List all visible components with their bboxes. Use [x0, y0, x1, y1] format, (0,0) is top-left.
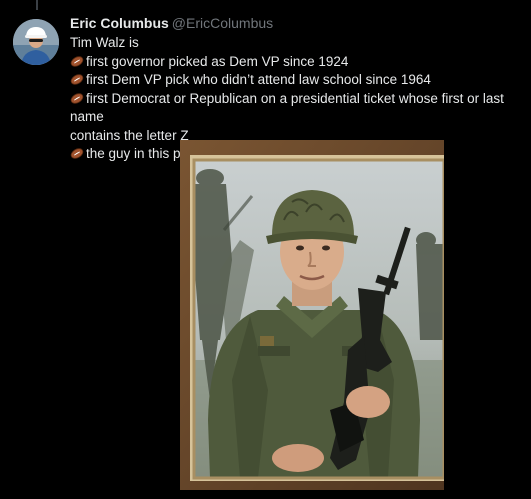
american-football-icon	[70, 55, 84, 67]
thread-connector-line	[36, 0, 38, 10]
tweet-photo[interactable]	[180, 140, 444, 490]
tweet: Eric Columbus @EricColumbus Tim Walz is f…	[0, 0, 531, 499]
tweet-line-2: first Dem VP pick who didn’t attend law …	[70, 71, 525, 90]
tweet-line-3: first Democrat or Republican on a presid…	[70, 90, 525, 127]
tweet-header: Eric Columbus @EricColumbus	[70, 14, 273, 32]
author-display-name[interactable]: Eric Columbus	[70, 15, 169, 31]
tweet-line-intro: Tim Walz is	[70, 35, 139, 50]
american-football-icon	[70, 148, 84, 159]
tweet-line-2-text: first Dem VP pick who didn’t attend law …	[86, 72, 431, 87]
avatar[interactable]	[13, 19, 59, 65]
tweet-line-1-text: first governor picked as Dem VP since 19…	[86, 53, 349, 69]
tweet-line-3-text: first Democrat or Republican on a presid…	[70, 90, 504, 125]
framed-portrait-image	[180, 140, 444, 490]
author-handle[interactable]: @EricColumbus	[172, 15, 273, 31]
american-football-icon	[70, 92, 84, 104]
american-football-icon	[70, 74, 84, 85]
tweet-line-1: first governor picked as Dem VP since 19…	[70, 53, 525, 72]
